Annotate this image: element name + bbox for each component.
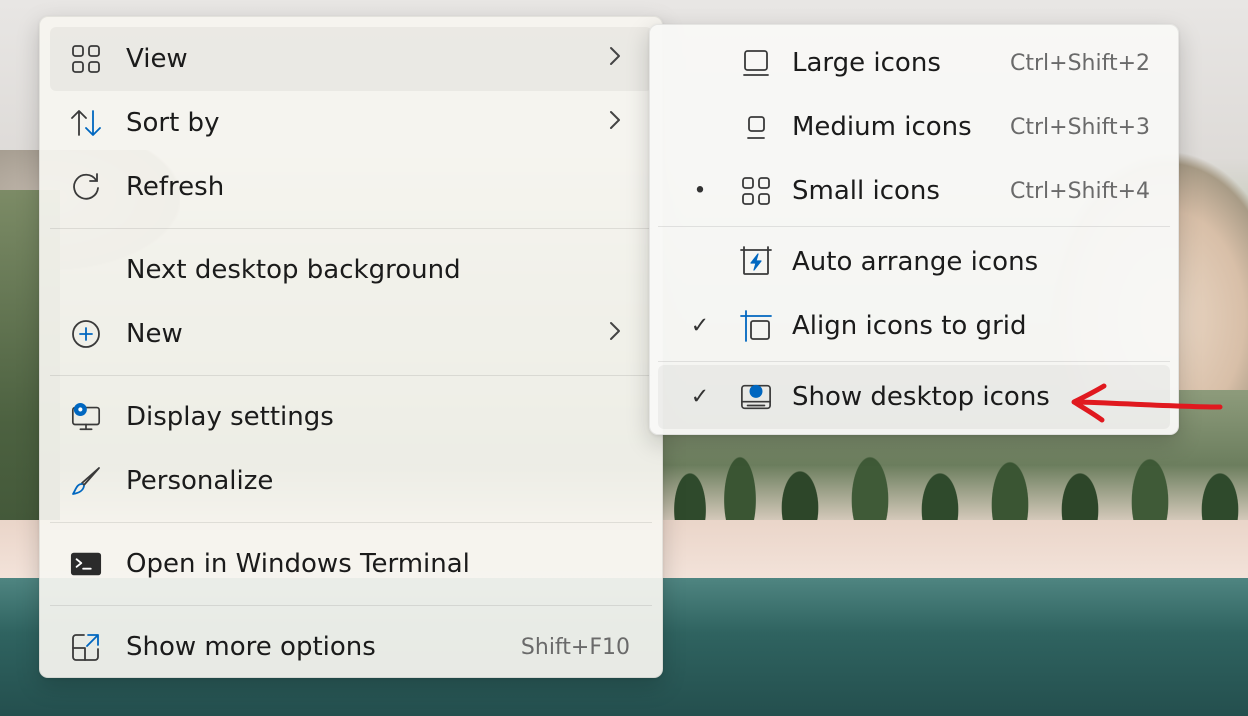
menu-item-refresh[interactable]: Refresh — [50, 155, 652, 219]
submenu-item-label: Small icons — [792, 176, 940, 206]
menu-item-open-terminal[interactable]: Open in Windows Terminal — [50, 532, 652, 596]
menu-item-label: View — [126, 44, 188, 74]
menu-item-personalize[interactable]: Personalize — [50, 449, 652, 513]
refresh-icon — [70, 171, 102, 203]
sort-icon — [70, 107, 102, 139]
submenu-item-label: Large icons — [792, 48, 941, 78]
menu-item-label: Display settings — [126, 402, 334, 432]
submenu-item-label: Show desktop icons — [792, 382, 1050, 412]
checkmark-icon: ✓ — [690, 313, 710, 339]
submenu-item-align-to-grid[interactable]: ✓ Align icons to grid — [658, 294, 1170, 358]
chevron-right-icon — [608, 45, 622, 73]
plus-circle-icon — [70, 318, 102, 350]
submenu-item-large-icons[interactable]: Large icons Ctrl+Shift+2 — [658, 31, 1170, 95]
shortcut-text: Ctrl+Shift+3 — [1009, 114, 1150, 140]
display-settings-icon — [70, 401, 102, 433]
medium-icons-icon — [740, 111, 772, 143]
show-desktop-icon — [740, 381, 772, 413]
shortcut-text: Ctrl+Shift+4 — [1009, 178, 1150, 204]
menu-item-label: Show more options — [126, 632, 376, 662]
auto-arrange-icon — [740, 246, 772, 278]
selected-bullet-icon: • — [693, 178, 707, 204]
menu-separator — [50, 228, 652, 229]
menu-item-label: Next desktop background — [126, 255, 461, 285]
chevron-right-icon — [608, 320, 622, 348]
submenu-item-label: Align icons to grid — [792, 311, 1027, 341]
menu-item-sort-by[interactable]: Sort by — [50, 91, 652, 155]
submenu-item-small-icons[interactable]: • Small icons Ctrl+Shift+4 — [658, 159, 1170, 223]
menu-item-label: Personalize — [126, 466, 274, 496]
menu-separator — [658, 361, 1170, 362]
menu-item-label: Sort by — [126, 108, 220, 138]
menu-item-new[interactable]: New — [50, 302, 652, 366]
chevron-right-icon — [608, 109, 622, 137]
menu-separator — [50, 522, 652, 523]
checkmark-icon: ✓ — [690, 384, 710, 410]
submenu-item-medium-icons[interactable]: Medium icons Ctrl+Shift+3 — [658, 95, 1170, 159]
submenu-item-label: Medium icons — [792, 112, 972, 142]
menu-item-show-more-options[interactable]: Show more options Shift+F10 — [50, 615, 652, 679]
red-arrow-annotation-icon — [1071, 383, 1223, 423]
menu-separator — [658, 226, 1170, 227]
menu-separator — [50, 375, 652, 376]
menu-item-view[interactable]: View — [50, 27, 652, 91]
grid-icon — [70, 43, 102, 75]
terminal-icon — [70, 548, 102, 580]
menu-separator — [50, 605, 652, 606]
menu-item-display-settings[interactable]: Display settings — [50, 385, 652, 449]
share-icon — [70, 631, 102, 663]
submenu-item-label: Auto arrange icons — [792, 247, 1039, 277]
brush-icon — [70, 465, 102, 497]
shortcut-text: Ctrl+Shift+2 — [1009, 50, 1150, 76]
shortcut-text: Shift+F10 — [520, 634, 630, 660]
menu-item-label: Open in Windows Terminal — [126, 549, 470, 579]
menu-item-label: Refresh — [126, 172, 225, 202]
small-icons-icon — [740, 175, 772, 207]
submenu-item-auto-arrange[interactable]: Auto arrange icons — [658, 230, 1170, 294]
large-icons-icon — [740, 47, 772, 79]
desktop-context-menu: View Sort by Refresh Next desktop backgr… — [39, 16, 663, 678]
menu-item-next-desktop-background[interactable]: Next desktop background — [50, 238, 652, 302]
align-grid-icon — [740, 310, 772, 342]
menu-item-label: New — [126, 319, 183, 349]
view-submenu: Large icons Ctrl+Shift+2 Medium icons Ct… — [649, 24, 1179, 435]
